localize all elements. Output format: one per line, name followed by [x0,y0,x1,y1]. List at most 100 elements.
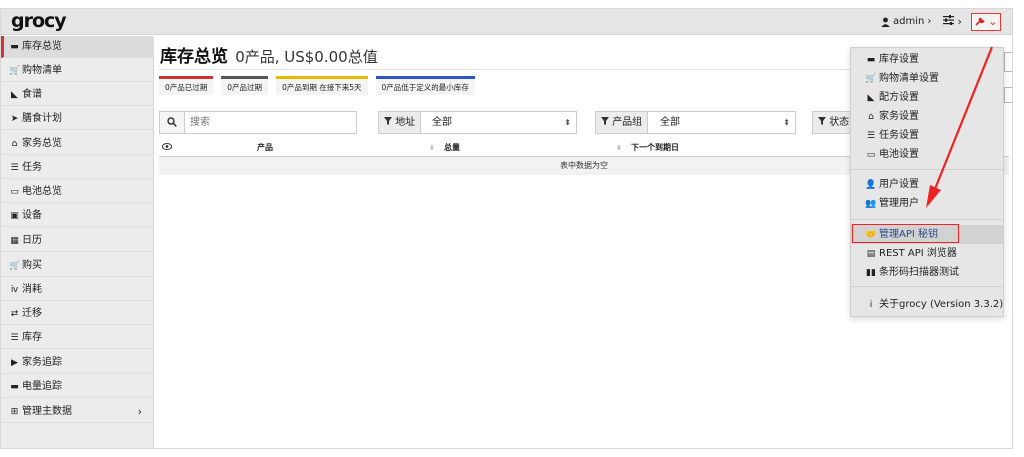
admin-settings-button[interactable]: ⌄ [971,13,1001,31]
chevron-right-icon: › [927,16,932,27]
dropdown-item-4[interactable]: ☰ 任务设置 [851,126,1003,145]
sidebar-item-label: 任务 [22,162,42,173]
sidebar-item-7[interactable]: ▣ 设备 [1,205,154,227]
chevron-down-icon: ⌄ [988,15,998,28]
dropdown-item-7[interactable]: 👥 管理用户 [851,194,1003,213]
eye-icon[interactable] [161,139,173,157]
sidebar-item-label: 消耗 [22,284,42,295]
user-label: admin [893,16,925,27]
dropdown-divider [851,219,1003,220]
app-logo[interactable]: grocy [11,11,67,31]
home-icon: ⌂ [868,112,874,122]
sidebar-item-5[interactable]: ☰ 任务 [1,157,154,179]
sidebar-item-13[interactable]: ▶ 家务追踪 [1,352,154,374]
filter-icon [818,117,826,125]
box-icon: ▬ [10,42,19,52]
sort-icon[interactable]: ⬍ [616,139,622,157]
sidebar-item-12[interactable]: ☰ 库存 [1,327,154,349]
cart-icon: 🛒 [9,66,21,76]
sidebar-item-1[interactable]: 🛒 购物清单 [1,60,154,82]
sidebar-item-11[interactable]: ⇄ 迁移 [1,303,154,325]
page-title: 库存总览 [160,47,228,67]
table-icon: ⊞ [10,407,19,417]
dropdown-item-1[interactable]: 🛒 购物清单设置 [851,69,1003,88]
sidebar-item-label: 家务追踪 [22,357,62,368]
sidebar-item-0[interactable]: ▬ 库存总览 [1,36,154,58]
column-header-product[interactable]: 产品 [257,139,273,157]
product-group-filter[interactable]: 产品组 全部 ⬍ [595,111,796,134]
calendar-icon: ▦ [10,236,19,246]
dropdown-item-2[interactable]: ◣ 配方设置 [851,88,1003,107]
dropdown-item-label: 库存设置 [879,54,919,65]
column-header-next-due[interactable]: 下一个到期日 [631,139,679,157]
dropdown-item-label: 配方设置 [879,92,919,103]
settings-menu[interactable]: › [943,15,962,28]
sidebar-item-2[interactable]: ◣ 食谱 [1,84,154,106]
dropdown-item-10[interactable]: ▮▮ 条形码扫描器测试 [851,263,1003,282]
user-cog-icon: 👤 [865,180,877,190]
sidebar-item-4[interactable]: ⌂ 家务总览 [1,133,154,155]
sort-icon[interactable]: ⬍ [429,139,435,157]
dropdown-divider [851,169,1003,170]
admin-settings-dropdown: ▬ 库存设置 🛒 购物清单设置 ◣ 配方设置 ⌂ 家务设置 ☰ 任务设置 ▭ 电池设置 👤 用户设置 👥 管理… [850,47,1004,317]
badge-expired[interactable]: 0产品已过期 [159,76,214,95]
dropdown-item-9[interactable]: ▤ REST API 浏览器 [851,244,1003,263]
sidebar-item-label: 设备 [22,210,42,221]
utensils-icon: ⅳ [10,285,19,295]
sidebar-item-label: 迁移 [22,308,42,319]
tasks-icon: ☰ [10,163,19,173]
sidebar-item-label: 购物清单 [22,65,62,76]
box-icon: ▬ [866,55,876,65]
dropdown-item-label: 管理用户 [879,198,919,209]
dropdown-item-5[interactable]: ▭ 电池设置 [851,145,1003,164]
dropdown-item-label: 用户设置 [879,179,919,190]
sidebar-item-label: 日历 [22,235,42,246]
user-menu[interactable]: admin › [881,16,931,27]
toolbox-icon: ▣ [10,211,19,221]
filter-icon [384,117,392,125]
sidebar-item-10[interactable]: ⅳ 消耗 [1,279,154,301]
dropdown-item-3[interactable]: ⌂ 家务设置 [851,107,1003,126]
dropdown-item-label: 电池设置 [879,149,919,160]
wrench-icon [975,17,985,26]
dropdown-item-11[interactable]: i 关于grocy (Version 3.3.2) [851,295,1003,314]
sidebar-item-14[interactable]: ▬ 电量追踪 [1,376,154,398]
search-icon[interactable] [160,112,185,133]
badge-below-min-stock[interactable]: 0产品低于定义的最小库存 [375,76,475,95]
battery-icon: ▭ [10,187,19,197]
info-icon: i [869,300,873,310]
tasks-icon: ☰ [866,131,876,141]
badge-overdue[interactable]: 0产品过期 [221,76,269,95]
sidebar: ▬ 库存总览 🛒 购物清单 ◣ 食谱 ➤ 膳食计划 ⌂ 家务总览 ☰ 任务 ▭ 电池总览 ▣ 设备 ▦ 日历 🛒 购买… [1,36,154,448]
sidebar-item-label: 家务总览 [22,138,62,149]
pizza-icon: ◣ [11,90,18,100]
sidebar-item-label: 购买 [22,260,42,271]
sidebar-item-15[interactable]: ⊞ 管理主数据 › [1,401,154,423]
sidebar-item-label: 库存 [22,332,42,343]
sidebar-item-6[interactable]: ▭ 电池总览 [1,181,154,203]
dropdown-item-label: 购物清单设置 [879,73,939,84]
play-icon: ▶ [11,358,18,368]
list-icon: ☰ [10,333,19,343]
badge-due-soon[interactable]: 0产品到期 在接下来5天 [276,76,368,95]
status-filter-label: 状态 [813,112,856,133]
location-filter[interactable]: 地址 全部 ⬍ [378,111,577,134]
dropdown-divider [851,286,1003,287]
search-input[interactable]: 搜索 [190,112,210,133]
users-icon: 👥 [865,199,877,209]
column-header-amount[interactable]: 总量 [444,139,460,157]
sidebar-item-3[interactable]: ➤ 膳食计划 [1,108,154,130]
input-edge [1004,52,1012,72]
sidebar-item-label: 库存总览 [22,41,62,52]
product-group-filter-value: 全部 [660,117,680,128]
page-subtitle: 0产品, US$0.00总值 [235,48,378,66]
pizza-icon: ◣ [867,93,875,103]
sidebar-item-8[interactable]: ▦ 日历 [1,230,154,252]
dropdown-item-0[interactable]: ▬ 库存设置 [851,50,1003,69]
paper-plane-icon: ➤ [10,114,19,124]
sidebar-item-label: 膳食计划 [22,113,62,124]
sidebar-item-label: 电池总览 [22,186,62,197]
sidebar-item-9[interactable]: 🛒 购买 [1,255,154,277]
cart-icon: 🛒 [865,74,877,84]
dropdown-item-6[interactable]: 👤 用户设置 [851,175,1003,194]
